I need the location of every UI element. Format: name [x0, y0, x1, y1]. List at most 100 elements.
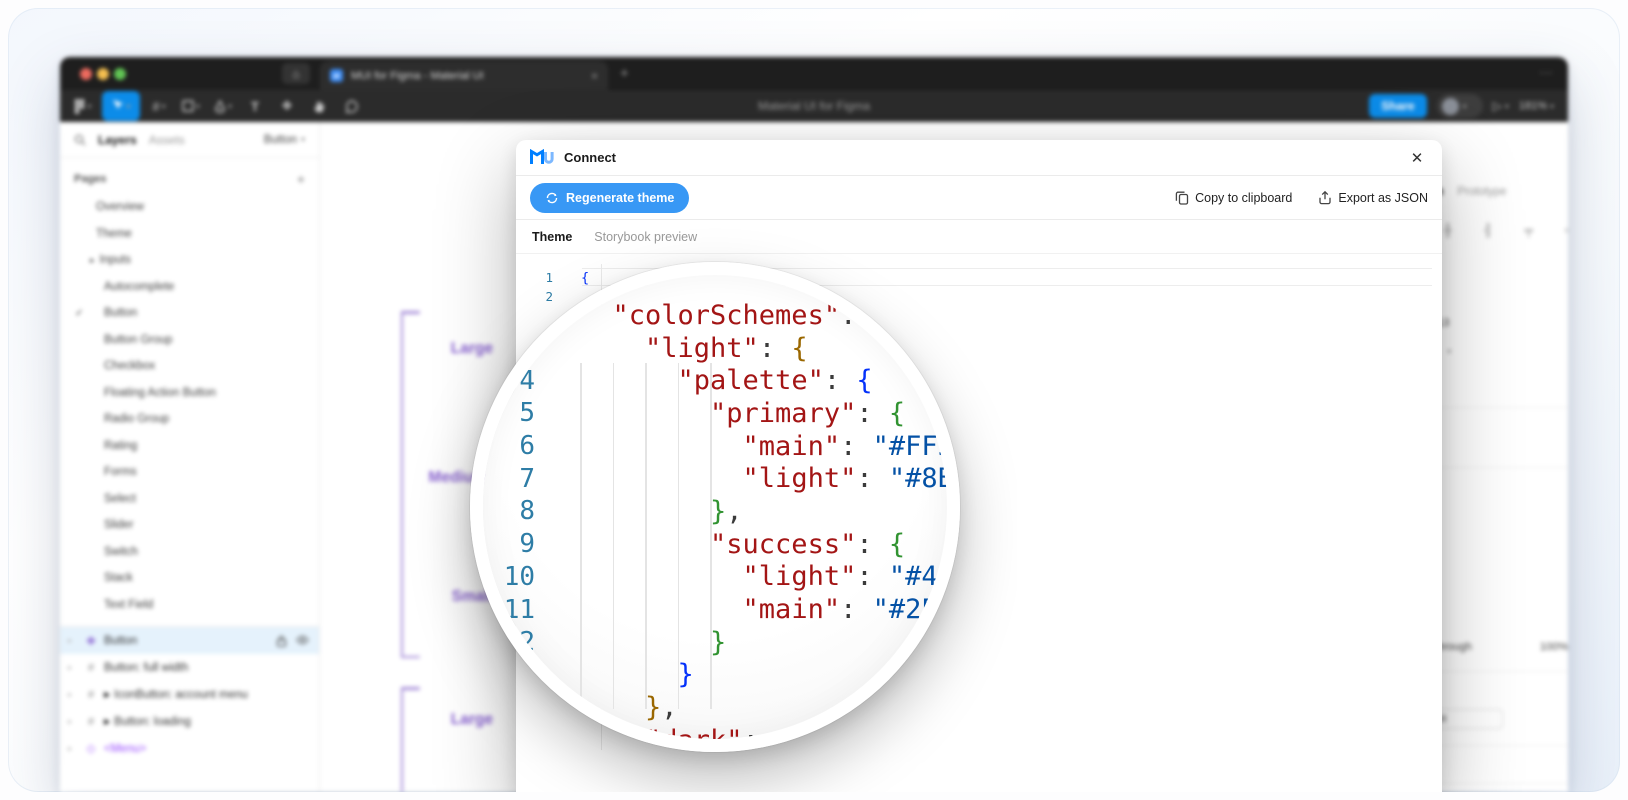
pen-tool-button[interactable]: ▾ — [210, 92, 236, 120]
layer-row-button-loading[interactable]: ▸#▶Button: loading — [60, 708, 319, 735]
visibility-icon[interactable] — [296, 635, 309, 647]
sidebar-page-checkbox[interactable]: Checkbox — [60, 353, 319, 380]
expand-chevron-icon[interactable]: ▸ — [68, 717, 78, 726]
sidebar-page-slider[interactable]: Slider — [60, 512, 319, 539]
close-window-button[interactable] — [80, 68, 92, 80]
sidebar-page-floating-action-button[interactable]: Floating Action Button — [60, 380, 319, 407]
sidebar-page-theme[interactable]: Theme — [60, 221, 319, 248]
align-top-icon[interactable]: ╤ — [1524, 223, 1533, 237]
expand-chevron-icon[interactable]: ▸ — [68, 744, 78, 753]
modal-actions: Regenerate theme Copy to clipboard Expor… — [516, 176, 1442, 220]
share-button[interactable]: Share — [1369, 94, 1426, 118]
window-titlebar: ⌂ ▰ MUI for Figma - Material UI × + ⋯ — [60, 57, 1568, 90]
line-number: 1 — [516, 270, 553, 285]
expand-caret-icon[interactable]: ▸ — [90, 255, 95, 266]
layer-label: Button — [104, 635, 137, 647]
align-v-center-icon[interactable]: ╪ — [1565, 223, 1568, 237]
sidebar-page-stack[interactable]: Stack — [60, 565, 319, 592]
text-tool-button[interactable]: T — [242, 92, 268, 120]
align-h-center-icon[interactable]: ╫ — [1443, 223, 1452, 237]
main-menu-icon[interactable]: ▾ — [70, 92, 96, 120]
tab-assets[interactable]: Assets — [149, 133, 185, 147]
component-icon: ❖ — [84, 634, 98, 648]
canvas-size-label: Large — [373, 340, 493, 358]
present-button[interactable]: ▷▾ — [1493, 99, 1509, 113]
shape-tool-button[interactable]: ▾ — [178, 92, 204, 120]
move-tool-button[interactable]: ▾ — [102, 91, 140, 121]
code-token: "#FF5722" — [873, 431, 947, 462]
sidebar-page-autocomplete[interactable]: Autocomplete — [60, 274, 319, 301]
expand-chevron-icon[interactable]: ▸ — [68, 663, 78, 672]
line-content: }, — [580, 692, 678, 723]
maximize-window-button[interactable] — [114, 68, 126, 80]
titlebar-overflow-icon[interactable]: ⋯ — [1539, 64, 1554, 81]
code-token: "#4CAF50" — [889, 561, 947, 592]
tab-storybook-preview[interactable]: Storybook preview — [594, 230, 697, 244]
expand-chevron-icon[interactable]: ▸ — [68, 636, 78, 645]
line-content: "palette": { — [580, 365, 873, 396]
code-token: : — [856, 561, 889, 592]
sidebar-page-switch[interactable]: Switch — [60, 539, 319, 566]
current-page-check-icon: ✓ — [75, 308, 83, 319]
layers-sidebar: Layers Assets Button▾ Pages + OverviewTh… — [60, 122, 320, 792]
code-line: 11"main": "#2E7D32" — [483, 593, 947, 626]
tab-prototype[interactable]: Prototype — [1457, 186, 1506, 198]
layer-row-button[interactable]: ▸ ❖ Button — [60, 627, 319, 654]
expand-chevron-icon[interactable]: ▸ — [68, 690, 78, 699]
chevron-down-icon: ▾ — [1505, 102, 1509, 111]
align-right-icon[interactable]: ╢ — [1484, 223, 1493, 237]
search-icon[interactable] — [74, 134, 86, 146]
lock-icon[interactable] — [276, 635, 287, 647]
line-number: 10 — [483, 562, 535, 592]
code-line: 5"primary": { — [483, 397, 947, 430]
page-label: Autocomplete — [104, 281, 174, 293]
line-content: "main": "#FF5722", — [580, 431, 947, 462]
regenerate-theme-button[interactable]: Regenerate theme — [530, 183, 689, 213]
line-number: 3 — [483, 333, 535, 363]
page-label: Slider — [104, 519, 133, 531]
opacity-field[interactable]: 100% — [1540, 641, 1568, 653]
sidebar-page-inputs[interactable]: ▸Inputs — [60, 247, 319, 274]
account-menu[interactable]: ▾ — [1437, 94, 1483, 118]
code-token: : — [856, 463, 889, 494]
play-toggle-icon[interactable]: ▶ — [104, 690, 110, 699]
zoom-level-control[interactable]: 181%▾ — [1519, 100, 1554, 112]
close-icon[interactable]: ✕ — [1406, 149, 1428, 167]
layer-row-iconbutton-account-menu[interactable]: ▸#▶IconButton: account menu — [60, 681, 319, 708]
page-selector[interactable]: Button▾ — [264, 134, 305, 146]
sidebar-page-text-field[interactable]: Text Field — [60, 592, 319, 619]
copy-to-clipboard-button[interactable]: Copy to clipboard — [1175, 190, 1292, 205]
line-content: } — [580, 627, 726, 658]
file-tab[interactable]: ▰ MUI for Figma - Material UI × — [320, 61, 608, 90]
tab-theme[interactable]: Theme — [532, 230, 572, 244]
close-tab-icon[interactable]: × — [591, 69, 598, 83]
figma-toolbar: ▾ ▾ #▾ ▾ ▾ T ❖ — [60, 90, 1568, 122]
export-as-json-button[interactable]: Export as JSON — [1318, 190, 1428, 205]
line-content: "light": { — [580, 333, 808, 364]
sidebar-page-rating[interactable]: Rating — [60, 433, 319, 460]
sidebar-page-select[interactable]: Select — [60, 486, 319, 513]
add-page-button[interactable]: + — [297, 171, 305, 187]
sidebar-page-button-group[interactable]: Button Group — [60, 327, 319, 354]
components-icon[interactable]: ❖ — [274, 92, 300, 120]
sidebar-page-radio-group[interactable]: Radio Group — [60, 406, 319, 433]
code-token: , — [661, 692, 677, 723]
line-content: "light": "#4CAF50", — [580, 561, 947, 592]
tab-layers[interactable]: Layers — [98, 133, 137, 147]
sidebar-page-overview[interactable]: Overview — [60, 194, 319, 221]
home-icon[interactable]: ⌂ — [282, 63, 310, 84]
layer-row-button-full-width[interactable]: ▸#Button: full width — [60, 654, 319, 681]
layer-row-menu[interactable]: ▸◇<Menu> — [60, 735, 319, 762]
screenshot-card: ⌂ ▰ MUI for Figma - Material UI × + ⋯ ▾ — [8, 8, 1620, 792]
sidebar-page-button[interactable]: ✓Button — [60, 300, 319, 327]
frame-tool-button[interactable]: #▾ — [146, 92, 172, 120]
new-tab-button[interactable]: + — [620, 65, 629, 82]
code-token: { — [775, 725, 791, 739]
line-content: "success": { — [580, 529, 905, 560]
comment-tool-button[interactable] — [338, 92, 364, 120]
play-toggle-icon[interactable]: ▶ — [104, 717, 110, 726]
hand-tool-button[interactable] — [306, 92, 332, 120]
minimize-window-button[interactable] — [97, 68, 109, 80]
code-token: "palette" — [678, 365, 824, 396]
sidebar-page-forms[interactable]: Forms — [60, 459, 319, 486]
